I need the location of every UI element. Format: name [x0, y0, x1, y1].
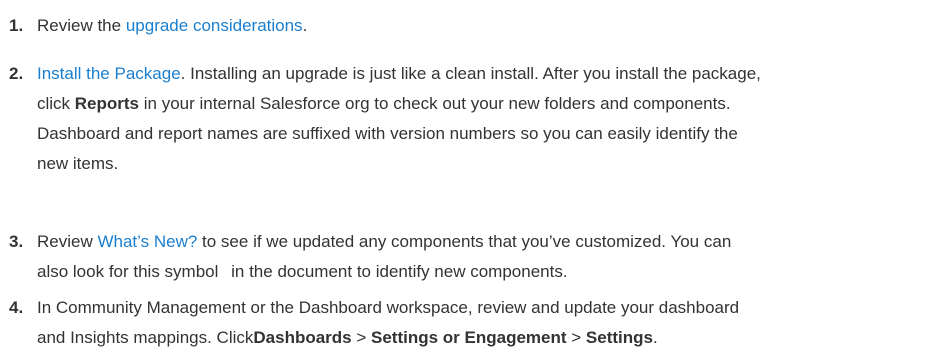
step-line: Install the Package. Installing an upgra…	[37, 59, 943, 89]
step-line: In Community Management or the Dashboard…	[37, 293, 943, 323]
upgrade-steps-list: 1. Review the upgrade considerations. 2.…	[0, 0, 951, 352]
step-text-segment: in your internal Salesforce org to check…	[139, 94, 731, 113]
step-text: Review the upgrade considerations.	[37, 11, 943, 41]
step-text-segment: Review the	[37, 16, 126, 35]
step-text-segment: .	[302, 16, 308, 35]
step-text-segment: In Community Management or the Dashboard…	[37, 298, 740, 317]
dashboards-ui-label: Dashboards	[253, 328, 352, 347]
step-text-segment: also look for this symbol	[37, 262, 219, 281]
step-text: Review What’s New? to see if we updated …	[37, 227, 943, 287]
step-number: 2.	[9, 64, 24, 83]
step-text-segment: Dashboard and report names are suffixed …	[37, 124, 738, 143]
step-text-segment: and Insights mappings. Click	[37, 328, 254, 347]
step-text-segment: .	[652, 328, 658, 347]
step-line: Dashboard and report names are suffixed …	[37, 119, 943, 149]
settings-or-engagement-ui-label: Settings or Engagement	[371, 328, 567, 347]
step-text-segment: click	[37, 94, 75, 113]
menu-separator: >	[566, 328, 586, 347]
settings-ui-label: Settings	[585, 328, 653, 347]
step-text-segment: in the document to identify new componen…	[226, 262, 568, 281]
step-line: and Insights mappings. ClickDashboards >…	[37, 323, 943, 353]
step-number: 3.	[9, 232, 24, 251]
step-text: Install the Package. Installing an upgra…	[37, 59, 943, 179]
step-text-segment: new items.	[37, 154, 119, 173]
step-text-segment: . Installing an upgrade is just like a c…	[180, 64, 761, 83]
whats-new-link[interactable]: What’s New?	[97, 232, 197, 251]
step-number: 4.	[9, 298, 24, 317]
menu-separator: >	[351, 328, 372, 347]
install-package-link[interactable]: Install the Package	[37, 64, 181, 83]
step-number: 1.	[9, 16, 24, 35]
step-text-segment: Review	[37, 232, 98, 251]
step-text-segment: to see if we updated any components that…	[197, 232, 732, 251]
reports-ui-label: Reports	[74, 94, 140, 113]
step-line: Review What’s New? to see if we updated …	[37, 227, 943, 257]
upgrade-considerations-link[interactable]: upgrade considerations	[126, 16, 303, 35]
step-text: In Community Management or the Dashboard…	[37, 293, 943, 353]
step-line: new items.	[37, 149, 943, 179]
step-line: click Reports in your internal Salesforc…	[37, 89, 943, 119]
step-line: also look for this symbol in the documen…	[37, 257, 943, 287]
